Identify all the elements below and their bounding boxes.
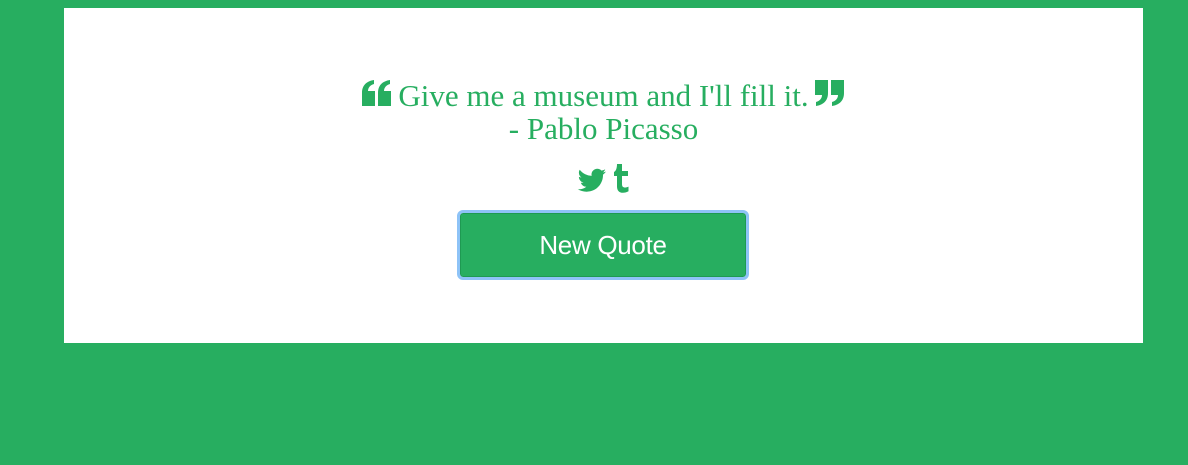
twitter-icon	[577, 168, 606, 192]
quote-card: Give me a museum and I'll fill it. - Pab…	[64, 8, 1143, 343]
tumblr-icon	[613, 164, 628, 193]
quote-left-icon	[362, 80, 392, 106]
quote-author: - Pablo Picasso	[508, 111, 699, 146]
share-links	[64, 162, 1143, 198]
quote-right-icon	[814, 80, 845, 106]
twitter-share-link[interactable]	[577, 162, 607, 194]
new-quote-button[interactable]: New Quote	[457, 210, 749, 280]
tumblr-share-link[interactable]	[613, 162, 631, 194]
